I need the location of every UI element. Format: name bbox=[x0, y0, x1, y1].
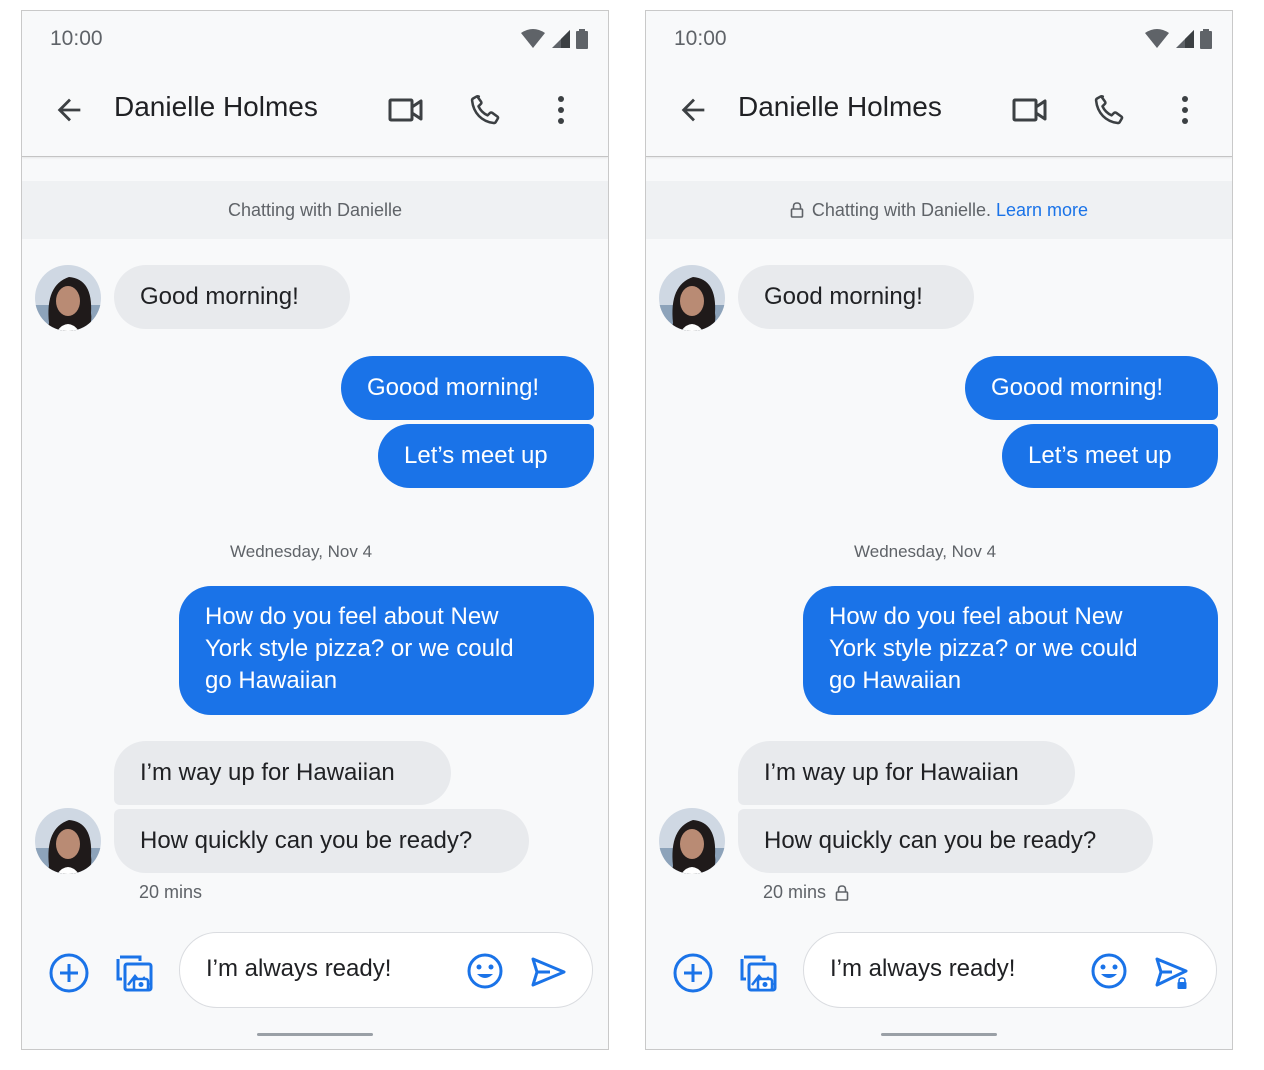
contact-name: Danielle Holmes bbox=[738, 91, 942, 122]
send-encrypted-icon[interactable] bbox=[1152, 952, 1192, 992]
message-outgoing: Goood morning! bbox=[965, 356, 1218, 420]
compose-text[interactable]: I’m always ready! bbox=[830, 955, 1015, 983]
message-incoming: How quickly can you be ready? bbox=[738, 809, 1153, 873]
gallery-icon[interactable] bbox=[736, 951, 780, 995]
videocam-icon[interactable] bbox=[1012, 95, 1048, 125]
status-icons bbox=[1144, 29, 1212, 49]
message-outgoing: How do you feel about New York style piz… bbox=[179, 586, 594, 715]
wifi-icon bbox=[1145, 29, 1169, 48]
message-incoming: Good morning! bbox=[738, 265, 974, 329]
battery-icon bbox=[1200, 29, 1212, 49]
contact-photo bbox=[659, 265, 725, 331]
avatar[interactable] bbox=[35, 265, 101, 331]
status-time: 10:00 bbox=[674, 27, 727, 50]
arrow-back-icon[interactable] bbox=[52, 93, 86, 127]
compose-text[interactable]: I’m always ready! bbox=[206, 955, 391, 983]
compose-field[interactable]: I’m always ready! bbox=[179, 932, 593, 1008]
home-indicator[interactable] bbox=[881, 1033, 997, 1036]
contact-photo bbox=[35, 265, 101, 331]
lock-icon bbox=[835, 884, 849, 901]
add-circle-icon[interactable] bbox=[672, 952, 714, 994]
signal-icon bbox=[552, 30, 570, 48]
avatar[interactable] bbox=[659, 808, 725, 874]
message-outgoing: Let’s meet up bbox=[378, 424, 594, 488]
chat-banner: Chatting with Danielle. Learn more bbox=[646, 181, 1232, 239]
message-outgoing: How do you feel about New York style piz… bbox=[803, 586, 1218, 715]
date-separator: Wednesday, Nov 4 bbox=[230, 542, 373, 561]
gallery-icon[interactable] bbox=[112, 951, 156, 995]
avatar[interactable] bbox=[35, 808, 101, 874]
arrow-back-icon[interactable] bbox=[676, 93, 710, 127]
date-separator: Wednesday, Nov 4 bbox=[854, 542, 997, 561]
message-incoming: I’m way up for Hawaiian bbox=[114, 741, 451, 805]
videocam-icon[interactable] bbox=[388, 95, 424, 125]
phone-screen-right: 10:00 Danielle Holmes Chatting with Dani… bbox=[645, 10, 1233, 1050]
contact-photo bbox=[35, 808, 101, 874]
top-app-bar: 10:00 Danielle Holmes bbox=[646, 11, 1232, 157]
home-indicator[interactable] bbox=[257, 1033, 373, 1036]
avatar[interactable] bbox=[659, 265, 725, 331]
contact-name: Danielle Holmes bbox=[114, 91, 318, 122]
compose-field[interactable]: I’m always ready! bbox=[803, 932, 1217, 1008]
banner-text: Chatting with Danielle. bbox=[811, 199, 992, 220]
send-icon[interactable] bbox=[528, 952, 568, 992]
message-outgoing: Goood morning! bbox=[341, 356, 594, 420]
contact-photo bbox=[659, 808, 725, 874]
timestamp-text: 20 mins bbox=[763, 882, 827, 902]
add-circle-icon[interactable] bbox=[48, 952, 90, 994]
chat-banner: Chatting with Danielle bbox=[22, 181, 608, 239]
status-time: 10:00 bbox=[50, 27, 103, 50]
lock-icon bbox=[790, 202, 804, 218]
message-timestamp: 20 mins bbox=[139, 882, 202, 903]
learn-more-link[interactable]: Learn more bbox=[996, 200, 1088, 221]
message-incoming: Good morning! bbox=[114, 265, 350, 329]
message-outgoing: Let’s meet up bbox=[1002, 424, 1218, 488]
signal-icon bbox=[1176, 30, 1194, 48]
phone-screen-left: 10:00 Danielle Holmes Chatting with Dani… bbox=[21, 10, 609, 1050]
top-app-bar: 10:00 Danielle Holmes bbox=[22, 11, 608, 157]
message-timestamp: 20 mins bbox=[763, 882, 849, 903]
phone-icon[interactable] bbox=[468, 93, 502, 127]
battery-icon bbox=[576, 29, 588, 49]
status-icons bbox=[520, 29, 588, 49]
message-incoming: I’m way up for Hawaiian bbox=[738, 741, 1075, 805]
phone-icon[interactable] bbox=[1092, 93, 1126, 127]
emoji-icon[interactable] bbox=[1090, 952, 1128, 990]
wifi-icon bbox=[521, 29, 545, 48]
timestamp-text: 20 mins bbox=[139, 882, 203, 902]
more-vert-icon[interactable] bbox=[1170, 93, 1200, 127]
message-incoming: How quickly can you be ready? bbox=[114, 809, 529, 873]
emoji-icon[interactable] bbox=[466, 952, 504, 990]
more-vert-icon[interactable] bbox=[546, 93, 576, 127]
banner-text: Chatting with Danielle bbox=[227, 199, 403, 220]
